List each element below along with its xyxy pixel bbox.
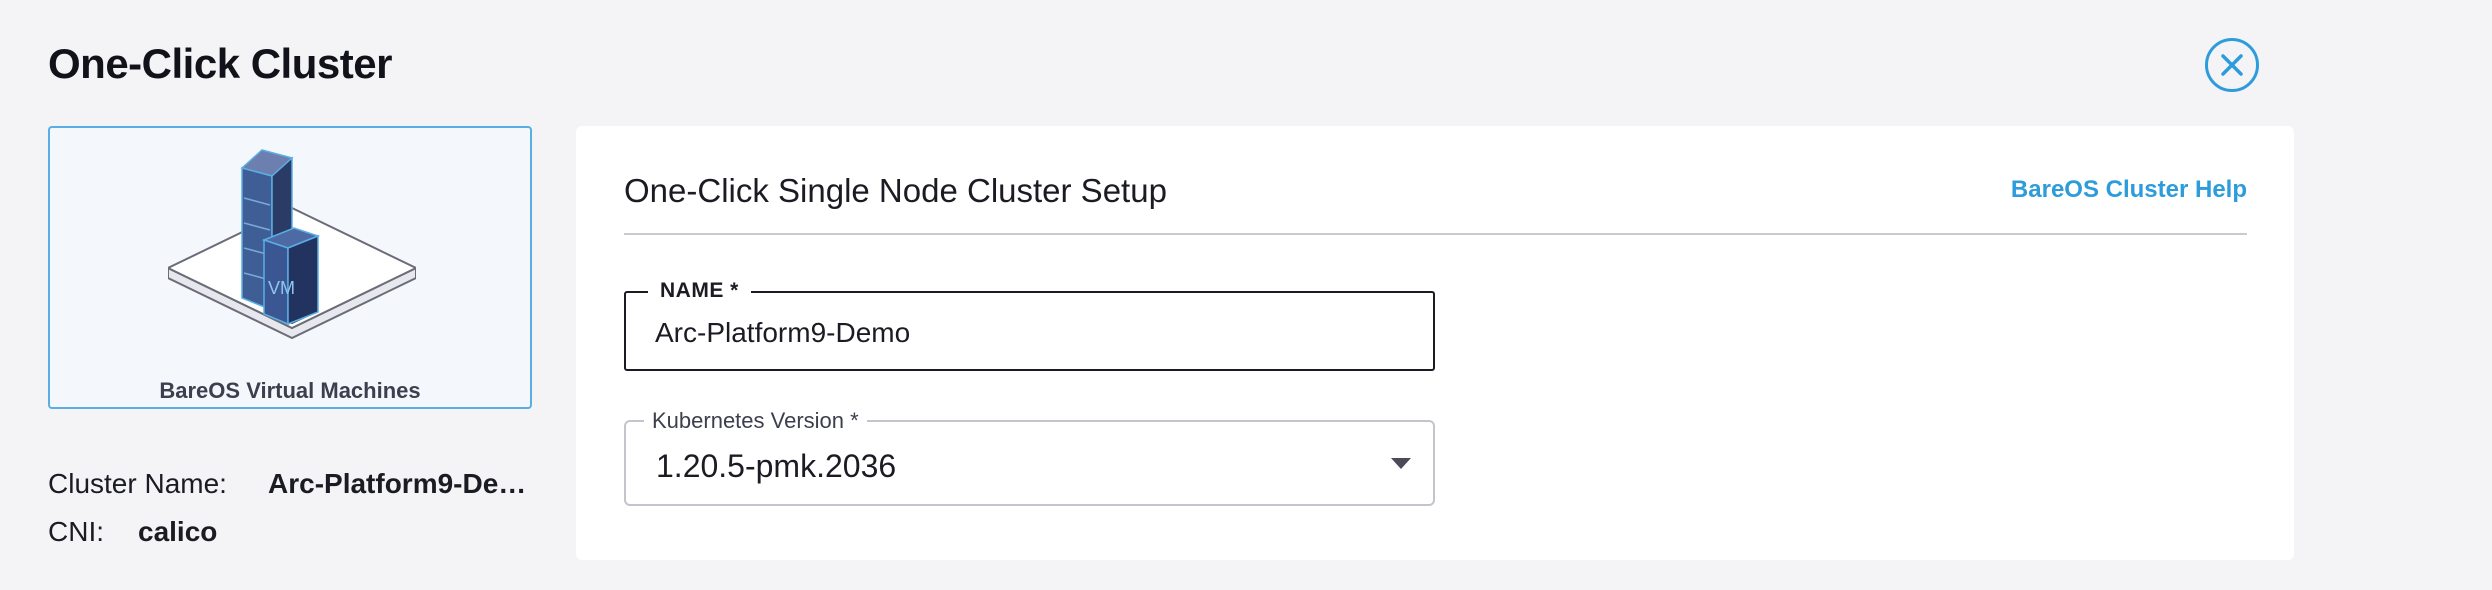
card-label: BareOS Virtual Machines: [159, 378, 421, 403]
page-title: One-Click Cluster: [48, 40, 392, 87]
vm-badge: VM: [268, 278, 295, 298]
cni-value: calico: [138, 516, 218, 547]
cluster-name-summary: Cluster Name: Arc-Platform9-Demo: [48, 468, 530, 500]
cni-summary: CNI: calico: [48, 516, 217, 548]
cluster-name-value: Arc-Platform9-Demo: [268, 468, 530, 499]
cni-label: CNI:: [48, 516, 104, 547]
kubernetes-version-value: 1.20.5-pmk.2036: [656, 448, 897, 484]
cluster-setup-panel: One-Click Single Node Cluster Setup Bare…: [576, 126, 2294, 560]
kubernetes-version-label: Kubernetes Version *: [644, 408, 867, 434]
name-field[interactable]: NAME *: [624, 279, 1435, 371]
close-button[interactable]: [2205, 38, 2259, 92]
name-input[interactable]: [655, 317, 1395, 349]
caret-down-icon: [1391, 458, 1411, 469]
cluster-help-link[interactable]: BareOS Cluster Help: [2011, 176, 2247, 204]
one-click-cluster-page: One-Click Cluster VM BareOS Virtual Mach…: [0, 0, 2492, 590]
cluster-name-label: Cluster Name:: [48, 468, 227, 499]
name-field-label: NAME *: [648, 279, 751, 303]
close-icon: [2221, 54, 2243, 76]
divider: [624, 233, 2247, 235]
kubernetes-version-select[interactable]: Kubernetes Version * 1.20.5-pmk.2036: [624, 408, 1435, 506]
panel-title: One-Click Single Node Cluster Setup: [624, 172, 1167, 209]
server-vm-icon: VM: [168, 149, 416, 340]
bareos-vm-card[interactable]: VM BareOS Virtual Machines: [48, 126, 532, 409]
